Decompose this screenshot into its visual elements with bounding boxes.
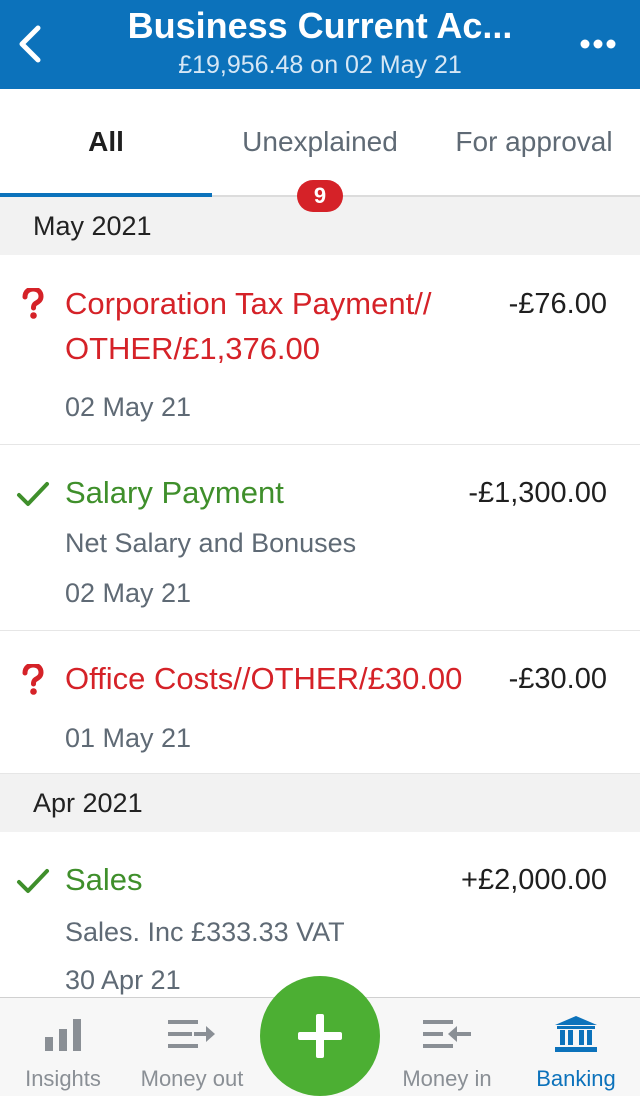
checkmark-icon	[16, 864, 50, 898]
transaction-date: 01 May 21	[65, 723, 192, 753]
question-mark-icon	[16, 663, 50, 697]
transaction-row[interactable]: Salary Payment -£1,300.00 Net Salary and…	[0, 445, 640, 631]
plus-icon	[298, 1014, 342, 1058]
nav-label: Banking	[536, 1066, 616, 1091]
section-header-apr-2021: Apr 2021	[0, 774, 640, 832]
page-title: Business Current Ac...	[127, 5, 513, 46]
bank-icon	[555, 1014, 597, 1054]
transaction-amount: -£1,300.00	[468, 477, 607, 509]
transaction-title-continued: OTHER/£1,376.00	[65, 331, 321, 366]
nav-banking[interactable]: Banking	[512, 998, 640, 1096]
transaction-row[interactable]: Sales +£2,000.00 Sales. Inc £333.33 VAT …	[0, 832, 640, 998]
add-button[interactable]	[260, 976, 380, 1096]
more-dots-icon	[580, 39, 616, 49]
back-button[interactable]	[10, 18, 50, 70]
tab-all[interactable]: All	[0, 89, 212, 197]
transaction-description: Sales. Inc £333.33 VAT	[65, 917, 345, 947]
transaction-date: 02 May 21	[65, 392, 192, 422]
transaction-amount: +£2,000.00	[461, 864, 607, 896]
nav-insights[interactable]: Insights	[0, 998, 126, 1096]
transaction-amount: -£76.00	[508, 288, 607, 320]
checkmark-icon	[16, 477, 50, 511]
money-out-icon	[168, 1014, 216, 1054]
transaction-title: Sales	[65, 862, 143, 897]
money-in-icon	[423, 1014, 471, 1054]
nav-money-out[interactable]: Money out	[126, 998, 258, 1096]
nav-money-in[interactable]: Money in	[382, 998, 512, 1096]
tab-for-approval[interactable]: For approval	[428, 89, 640, 195]
chevron-left-icon	[19, 25, 41, 63]
transaction-description: Net Salary and Bonuses	[65, 528, 357, 558]
transaction-row[interactable]: Office Costs//OTHER/£30.00 -£30.00 01 Ma…	[0, 631, 640, 774]
transaction-title: Office Costs//OTHER/£30.00	[65, 661, 463, 696]
transaction-amount: -£30.00	[508, 663, 607, 695]
bar-chart-icon	[43, 1014, 83, 1054]
nav-label: Insights	[25, 1066, 101, 1091]
app-header: Business Current Ac... £19,956.48 on 02 …	[0, 0, 640, 89]
nav-label: Money in	[402, 1066, 492, 1091]
nav-label: Money out	[140, 1066, 244, 1091]
unexplained-count-badge: 9	[297, 180, 343, 212]
transaction-row[interactable]: Corporation Tax Payment// OTHER/£1,376.0…	[0, 255, 640, 445]
balance-subtitle: £19,956.48 on 02 May 21	[178, 51, 462, 79]
transaction-date: 30 Apr 21	[65, 965, 181, 995]
question-mark-icon	[16, 287, 50, 321]
transaction-title: Salary Payment	[65, 475, 284, 510]
transaction-date: 02 May 21	[65, 578, 192, 608]
transaction-title: Corporation Tax Payment//	[65, 286, 432, 321]
more-options-button[interactable]	[578, 26, 618, 62]
